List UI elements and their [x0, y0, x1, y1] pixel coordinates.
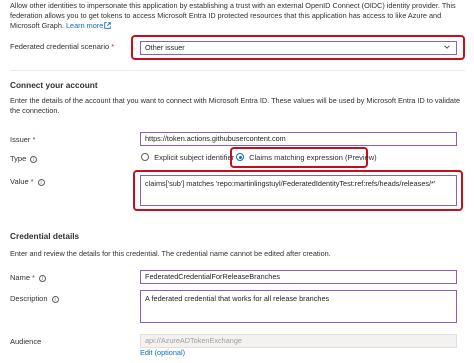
- issuer-label: Issuer *: [10, 135, 36, 144]
- section-divider: [10, 70, 465, 71]
- type-option-claims-label: Claims matching expression (Preview): [249, 153, 377, 162]
- description-textarea[interactable]: A federated credential that works for al…: [140, 290, 457, 323]
- type-label: Type i: [10, 154, 38, 163]
- radio-explicit[interactable]: [141, 153, 149, 161]
- required-mark: *: [111, 42, 115, 51]
- external-link-icon: [104, 22, 112, 29]
- info-icon: i: [38, 275, 46, 282]
- credential-heading: Credential details: [10, 231, 80, 241]
- type-option-explicit[interactable]: Explicit subject identifier: [141, 153, 234, 162]
- name-input[interactable]: FederatedCredentialForReleaseBranches: [140, 270, 457, 284]
- scenario-dropdown[interactable]: Other issuer: [140, 41, 457, 55]
- learn-more-link[interactable]: Learn more: [66, 21, 112, 30]
- name-label: Name * i: [10, 273, 46, 282]
- radio-claims[interactable]: [236, 153, 244, 161]
- connect-heading: Connect your account: [10, 80, 98, 90]
- edit-audience-link[interactable]: Edit (optional): [140, 348, 185, 357]
- required-mark: *: [32, 273, 35, 282]
- value-label: Value * i: [10, 177, 45, 186]
- value-textarea[interactable]: claims['sub'] matches 'repo:martinlingst…: [140, 175, 457, 206]
- credential-description: Enter and review the details for this cr…: [10, 249, 331, 258]
- audience-label: Audience: [10, 337, 42, 346]
- type-option-claims[interactable]: Claims matching expression (Preview): [236, 153, 377, 162]
- connect-description: Enter the details of the account that yo…: [10, 96, 461, 115]
- info-icon: i: [30, 156, 38, 163]
- scenario-selected-value: Other issuer: [145, 43, 185, 52]
- issuer-input[interactable]: https://token.actions.githubusercontent.…: [140, 132, 457, 146]
- info-icon: i: [51, 296, 59, 303]
- description-label: Description i: [10, 294, 59, 303]
- intro-text: Allow other identities to impersonate th…: [10, 1, 465, 31]
- info-icon: i: [37, 179, 45, 186]
- type-option-explicit-label: Explicit subject identifier: [154, 153, 235, 162]
- required-mark: *: [30, 177, 34, 186]
- required-mark: *: [32, 135, 36, 144]
- scenario-label: Federated credential scenario *: [10, 42, 115, 51]
- chevron-down-icon: [444, 45, 450, 49]
- audience-input: api://AzureADTokenExchange: [140, 334, 457, 348]
